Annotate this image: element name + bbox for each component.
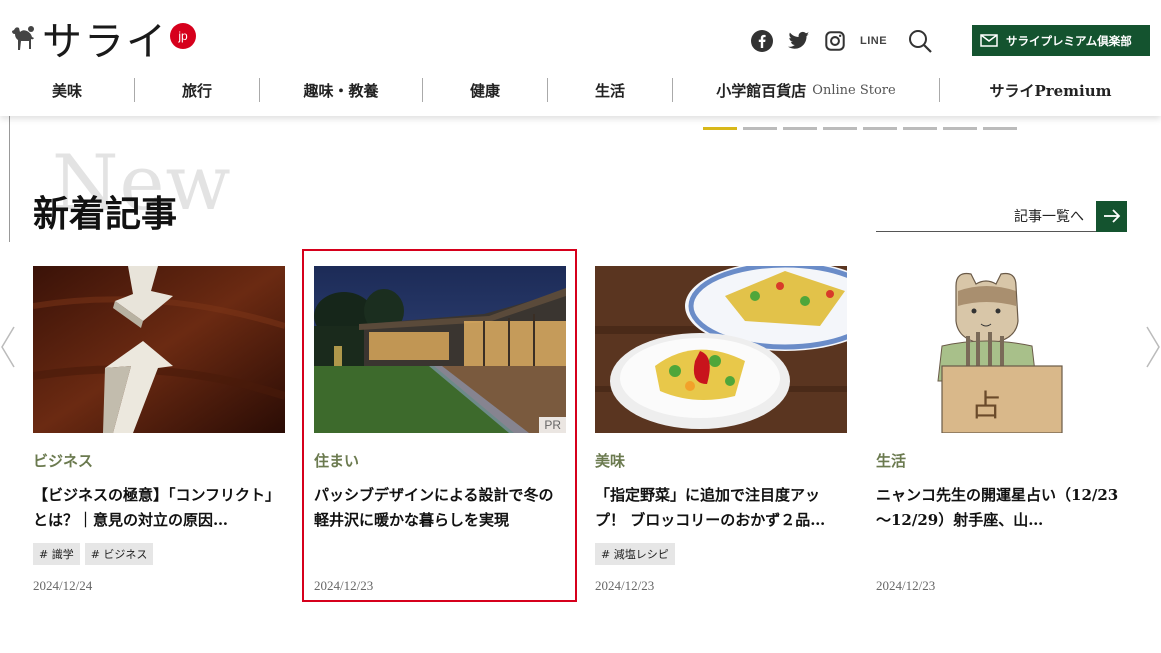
- article-category[interactable]: 美味: [595, 450, 847, 471]
- instagram-icon[interactable]: [824, 28, 846, 54]
- all-articles-label: 記事一覧へ: [1014, 209, 1084, 225]
- svg-text:占: 占: [971, 389, 1001, 424]
- tag-chip[interactable]: # 識学: [33, 543, 80, 565]
- article-thumbnail[interactable]: [595, 266, 847, 433]
- article-category[interactable]: 生活: [876, 450, 1128, 471]
- chevron-right-icon[interactable]: [1145, 326, 1161, 368]
- facebook-icon[interactable]: [750, 28, 774, 54]
- premium-club-button[interactable]: サライプレミアム倶楽部: [972, 25, 1150, 56]
- slider-dot[interactable]: [863, 127, 897, 130]
- nav-item-premium[interactable]: サライPremium: [940, 78, 1161, 102]
- search-icon[interactable]: [907, 28, 933, 54]
- article-tags: # 減塩レシピ: [595, 543, 847, 565]
- line-label: LINE: [860, 35, 888, 47]
- article-category[interactable]: ビジネス: [33, 450, 285, 471]
- arrow-right-icon: [1096, 200, 1127, 232]
- slider-dot[interactable]: [703, 127, 737, 130]
- article-thumbnail[interactable]: 占: [876, 266, 1128, 433]
- article-date: 2024/12/23: [876, 578, 936, 593]
- article-card[interactable]: 占 生活 ニャンコ先生の開運星占い（12/23～12/29）射手座、山… 202…: [876, 266, 1128, 593]
- social-links: LINE: [750, 28, 947, 54]
- main-nav: 美味 旅行 趣味・教養 健康 生活 小学館百貨店 Online Store サライ…: [0, 76, 1161, 106]
- nav-label: 旅行: [181, 81, 212, 100]
- slider-dot[interactable]: [783, 127, 817, 130]
- premium-club-label: サライプレミアム倶楽部: [1006, 33, 1132, 48]
- line-icon[interactable]: LINE: [860, 28, 887, 54]
- all-articles-link[interactable]: 記事一覧へ: [876, 200, 1127, 232]
- nav-item-bimi[interactable]: 美味: [0, 78, 135, 102]
- nav-item-hobby[interactable]: 趣味・教養: [260, 78, 423, 102]
- camel-icon: [12, 26, 34, 50]
- slider-dot[interactable]: [943, 127, 977, 130]
- section-title: 新着記事: [33, 193, 178, 235]
- nav-label: サライPremium: [989, 81, 1112, 100]
- nav-label: 美味: [51, 81, 82, 100]
- nav-item-life[interactable]: 生活: [548, 78, 673, 102]
- mail-icon: [980, 34, 998, 47]
- slider-dot[interactable]: [823, 127, 857, 130]
- nav-item-travel[interactable]: 旅行: [135, 78, 260, 102]
- slider-indicators: [703, 127, 1023, 130]
- logo-text: サライ: [42, 19, 168, 65]
- nav-item-health[interactable]: 健康: [423, 78, 548, 102]
- article-date: 2024/12/23: [595, 578, 655, 593]
- nav-label: 趣味・教養: [303, 81, 379, 100]
- divider-line: [9, 116, 10, 242]
- nav-label: 小学館百貨店: [716, 81, 807, 100]
- nav-item-online-store[interactable]: 小学館百貨店 Online Store: [673, 78, 940, 102]
- site-header: サライ jp LINE サライプレミアム倶楽部 美味 旅行 趣味・教養 健康 生…: [0, 0, 1161, 116]
- twitter-icon[interactable]: [788, 28, 810, 54]
- article-card[interactable]: 美味 「指定野菜」に追加で注目度アップ！ ブロッコリーのおかず２品… # 減塩レ…: [595, 266, 847, 593]
- slider-dot[interactable]: [903, 127, 937, 130]
- slider-dot[interactable]: [743, 127, 777, 130]
- selection-highlight: [302, 249, 577, 602]
- article-title[interactable]: 「指定野菜」に追加で注目度アップ！ ブロッコリーのおかず２品…: [595, 483, 847, 533]
- tag-chip[interactable]: # 減塩レシピ: [595, 543, 675, 565]
- nav-sub-label: Online Store: [812, 82, 896, 98]
- article-title[interactable]: 【ビジネスの極意】「コンフリクト」とは？｜意見の対立の原因…: [33, 483, 285, 533]
- slider-dot[interactable]: [983, 127, 1017, 130]
- article-date: 2024/12/24: [33, 578, 93, 593]
- article-title[interactable]: ニャンコ先生の開運星占い（12/23～12/29）射手座、山…: [876, 483, 1128, 533]
- site-logo[interactable]: サライ jp: [8, 16, 196, 68]
- chevron-left-icon[interactable]: [0, 326, 16, 368]
- nav-label: 生活: [594, 81, 625, 100]
- article-tags: # 識学 # ビジネス: [33, 543, 285, 565]
- tag-chip[interactable]: # ビジネス: [84, 543, 154, 565]
- logo-jp-badge: jp: [170, 23, 196, 49]
- article-card[interactable]: ビジネス 【ビジネスの極意】「コンフリクト」とは？｜意見の対立の原因… # 識学…: [33, 266, 285, 593]
- nav-label: 健康: [469, 81, 500, 100]
- article-thumbnail[interactable]: [33, 266, 285, 433]
